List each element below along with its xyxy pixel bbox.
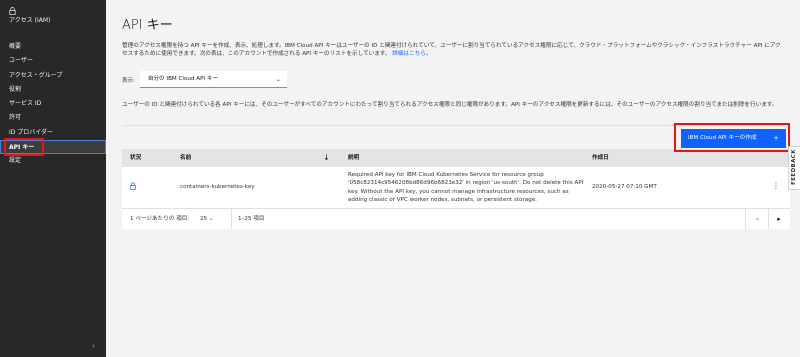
create-api-key-label: IBM Cloud API キーの作成 (688, 135, 757, 141)
sidebar: アクセス (IAM) 概要 ユーザー アクセス・グループ 役割 サービス ID … (0, 0, 106, 357)
sidebar-item-service-ids[interactable]: サービス ID (0, 97, 106, 111)
lock-icon (9, 7, 16, 15)
per-page-label: 1 ページあたりの 項目: (130, 216, 190, 222)
item-range: 1–25 項目 (238, 216, 265, 222)
create-api-key-button[interactable]: IBM Cloud API キーの作成 + (681, 129, 786, 148)
lock-icon (130, 182, 136, 190)
key-description: Required API key for IBM Cloud Kubernete… (348, 172, 584, 203)
show-label: 表示: (122, 77, 135, 84)
feedback-label: FEEDBACK (790, 149, 797, 185)
key-filter-value: 自分の IBM Cloud API キー (147, 76, 219, 82)
main-content: API キー 管理のアクセス権限を持つ API キーを作成、表示、処理します。I… (106, 0, 800, 357)
table-row[interactable]: containers-kubernetes-key Required API k… (122, 167, 790, 209)
learn-more-link[interactable]: 詳細はこちら。 (392, 51, 431, 57)
key-filter-select[interactable]: 自分の IBM Cloud API キー ⌄ (139, 71, 287, 88)
sidebar-item-authorizations[interactable]: 許可 (0, 111, 106, 125)
table-toolbar: IBM Cloud API キーの作成 + (122, 125, 790, 149)
next-page-icon[interactable]: ▸ (768, 209, 790, 229)
header-description: 説明 (348, 155, 360, 161)
sidebar-item-identity-providers[interactable]: ID プロバイダー (0, 126, 106, 140)
overflow-menu-icon[interactable]: ⋮ (772, 181, 780, 190)
divider (231, 209, 232, 229)
header-created[interactable]: 作成日 (592, 149, 609, 167)
api-keys-table: IBM Cloud API キーの作成 + 状況 名前 ↓ 説明 作成日 con… (122, 125, 790, 229)
sidebar-nav: 概要 ユーザー アクセス・グループ 役割 サービス ID 許可 ID プロバイダ… (0, 40, 106, 169)
sidebar-header: アクセス (IAM) (9, 7, 50, 24)
per-page-select[interactable]: 25 ⌄ (200, 209, 214, 229)
plus-icon: + (773, 134, 779, 142)
sidebar-title: アクセス (IAM) (9, 17, 51, 24)
table-header: 状況 名前 ↓ 説明 作成日 (122, 149, 790, 167)
header-status: 状況 (130, 155, 142, 161)
description-text: 管理のアクセス権限を持つ API キーを作成、表示、処理します。IBM Clou… (122, 43, 781, 58)
sidebar-item-users[interactable]: ユーザー (0, 54, 106, 68)
prev-page-icon[interactable]: ◂ (746, 209, 768, 229)
header-name[interactable]: 名前 (180, 149, 191, 167)
key-name[interactable]: containers-kubernetes-key (180, 184, 255, 190)
pagination: 1 ページあたりの 項目: 25 ⌄ 1–25 項目 ◂ ▸ (122, 209, 790, 229)
page-description: 管理のアクセス権限を持つ API キーを作成、表示、処理します。IBM Clou… (122, 42, 786, 59)
sidebar-item-overview[interactable]: 概要 (0, 40, 106, 54)
filter-row: 表示: 自分の IBM Cloud API キー ⌄ (122, 71, 287, 88)
page-title: API キー (122, 18, 173, 33)
sidebar-item-api-keys[interactable]: API キー (0, 140, 106, 155)
sidebar-item-settings[interactable]: 設定 (0, 154, 106, 168)
key-created: 2020-05-27 07:10 GMT (592, 184, 657, 190)
chevron-left-icon[interactable]: ‹ (92, 342, 95, 350)
sort-arrow-icon[interactable]: ↓ (323, 149, 330, 167)
feedback-tab[interactable]: FEEDBACK (788, 146, 800, 190)
chevron-down-icon: ⌄ (275, 76, 281, 83)
sidebar-item-roles[interactable]: 役割 (0, 83, 106, 97)
chevron-down-icon: ⌄ (207, 216, 214, 222)
info-text: ユーザーの ID と関連付けられている各 API キーには、そのユーザーがすべて… (122, 102, 778, 108)
sidebar-item-access-groups[interactable]: アクセス・グループ (0, 69, 106, 83)
